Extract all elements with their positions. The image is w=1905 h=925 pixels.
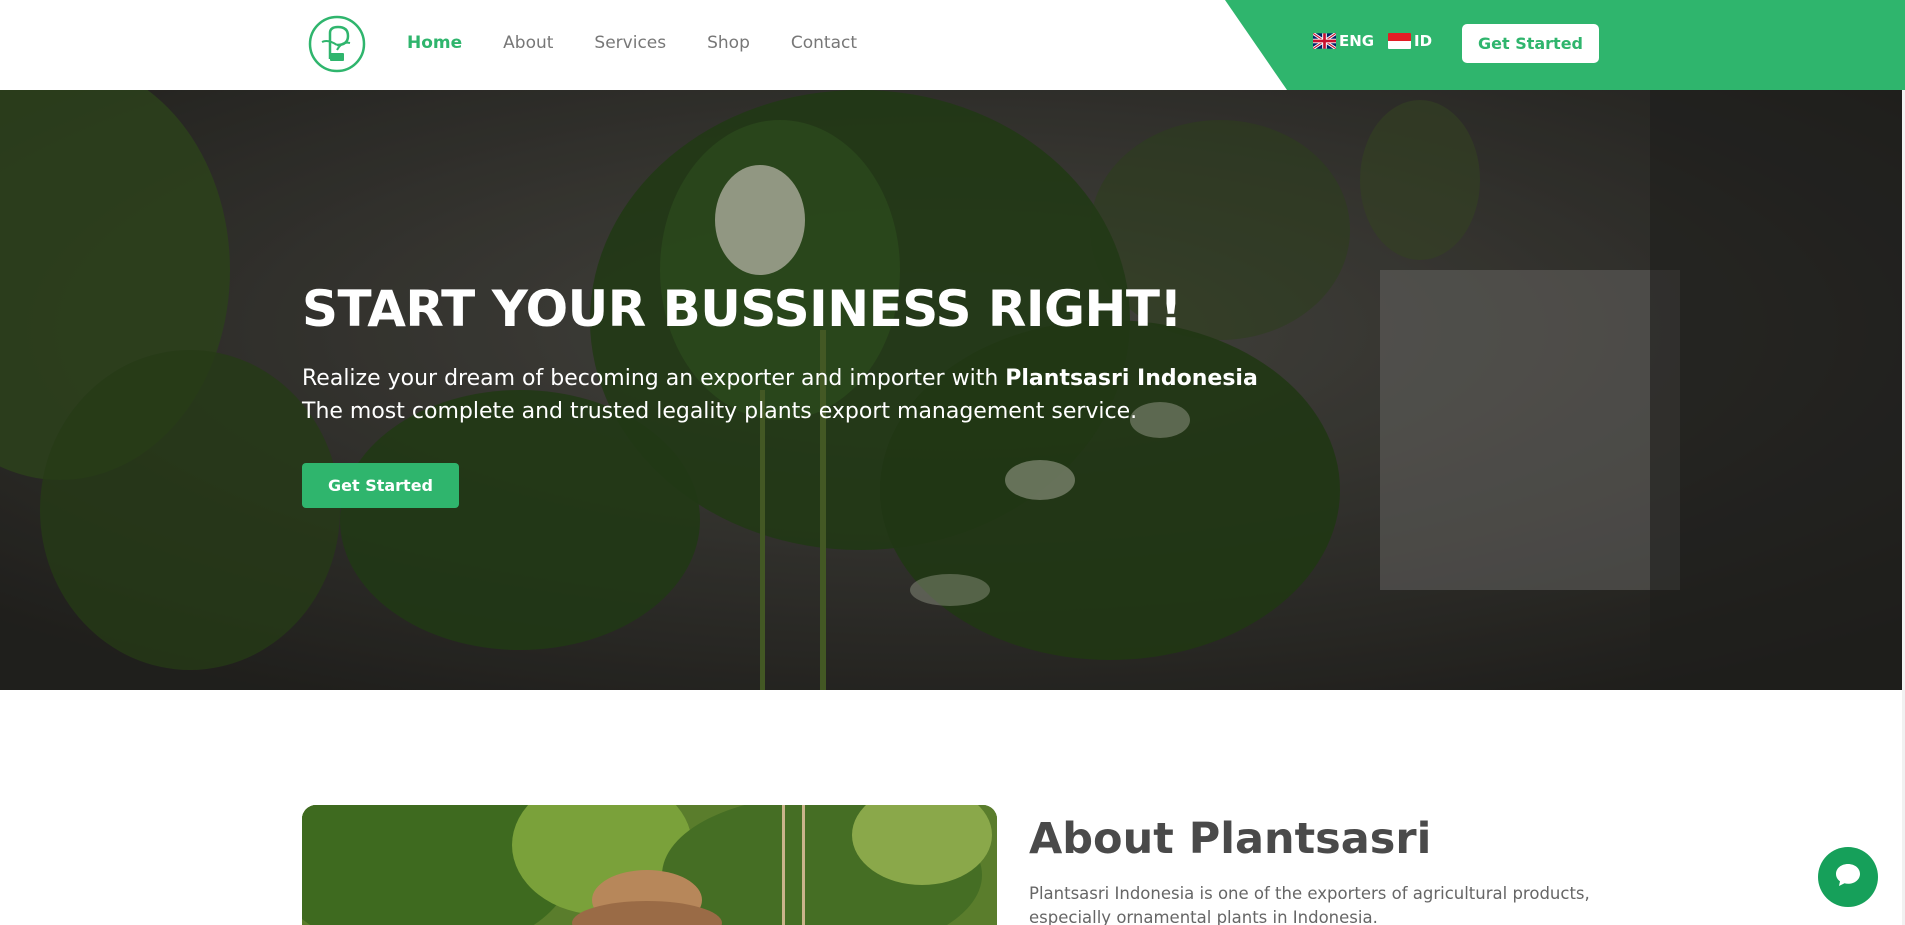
language-eng-label: ENG <box>1339 32 1375 50</box>
chat-button[interactable] <box>1818 847 1878 907</box>
nav-shop[interactable]: Shop <box>707 30 750 56</box>
main-nav: Home About Services Shop Contact <box>407 30 898 56</box>
hero-subtitle-prefix: Realize your dream of becoming an export… <box>302 366 1006 391</box>
nav-home[interactable]: Home <box>407 30 462 56</box>
chat-bubble-icon <box>1833 860 1863 894</box>
language-eng[interactable]: ENG <box>1313 32 1374 50</box>
language-id-label: ID <box>1414 32 1433 50</box>
nav-contact[interactable]: Contact <box>791 30 857 56</box>
logo-icon[interactable] <box>308 15 366 73</box>
about-image <box>302 805 997 925</box>
about-description: Plantsasri Indonesia is one of the expor… <box>1029 884 1590 925</box>
nav-services[interactable]: Services <box>594 30 666 56</box>
uk-flag-icon <box>1313 33 1336 49</box>
header-get-started-button[interactable]: Get Started <box>1462 24 1599 63</box>
hero-get-started-button[interactable]: Get Started <box>302 463 459 508</box>
about-title: About Plantsasri <box>1029 814 1432 864</box>
language-id[interactable]: ID <box>1388 32 1432 50</box>
nav-about[interactable]: About <box>503 30 553 56</box>
site-header: Home About Services Shop Contact ENG ID … <box>0 0 1905 90</box>
hero-brand-name: Plantsasri Indonesia <box>1005 366 1258 391</box>
hero-section: START YOUR BUSSINESS RIGHT! Realize your… <box>0 90 1902 690</box>
hero-subtitle: Realize your dream of becoming an export… <box>302 362 1258 428</box>
indonesia-flag-icon <box>1388 33 1411 49</box>
hero-subtitle-line2: The most complete and trusted legality p… <box>302 399 1138 424</box>
hero-title: START YOUR BUSSINESS RIGHT! <box>302 280 1182 338</box>
